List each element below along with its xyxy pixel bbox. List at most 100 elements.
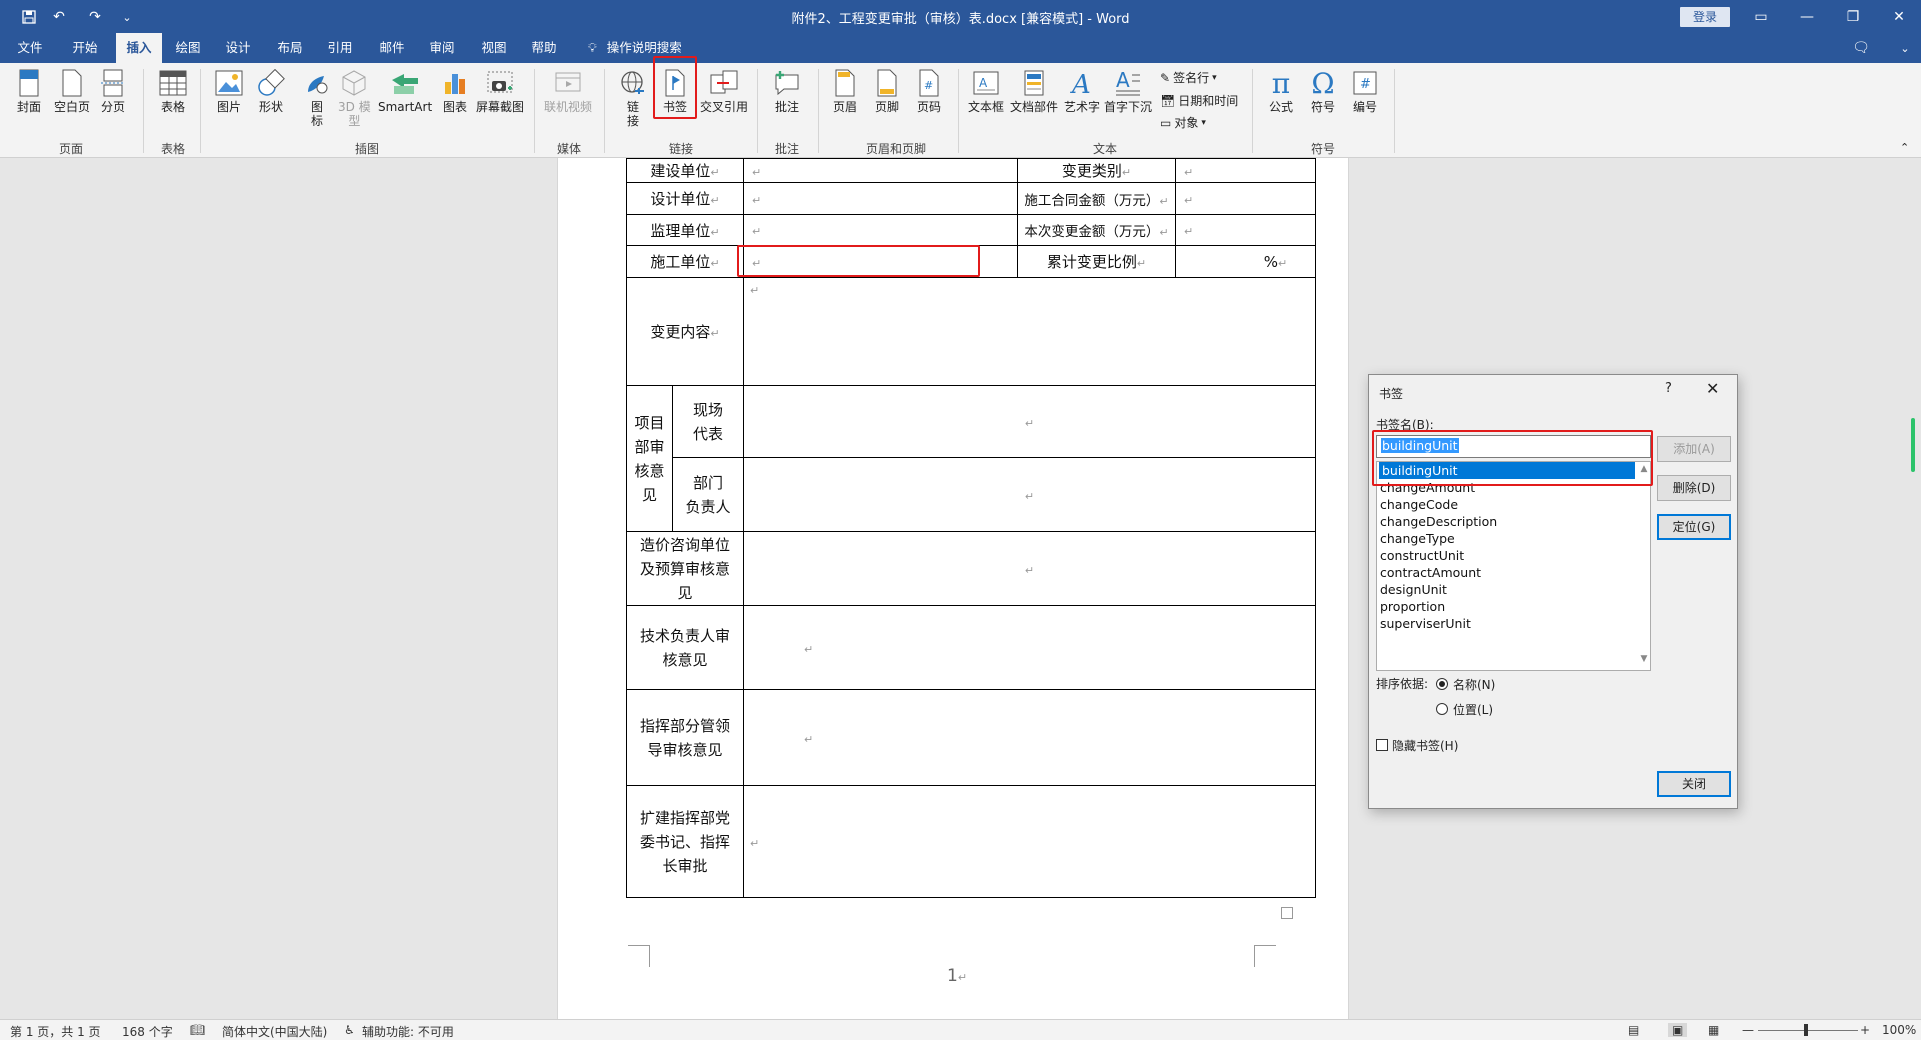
- tab-review[interactable]: 审阅: [420, 33, 464, 63]
- numbering-button[interactable]: # 编号: [1350, 67, 1380, 114]
- collapse-ribbon-icon[interactable]: ⌃: [1900, 141, 1909, 154]
- help-icon[interactable]: ?: [1665, 381, 1672, 396]
- link-button[interactable]: 链 接: [618, 67, 648, 128]
- list-item[interactable]: superviserUnit: [1377, 615, 1650, 632]
- tab-references[interactable]: 引用: [318, 33, 362, 63]
- minimize-icon[interactable]: —: [1784, 0, 1830, 33]
- blank-page-button[interactable]: 空白页: [54, 67, 90, 114]
- header-button[interactable]: 页眉: [830, 67, 860, 114]
- table-button[interactable]: 表格: [158, 67, 188, 114]
- tab-file[interactable]: 文件: [8, 33, 52, 63]
- scroll-down-icon[interactable]: ▼: [1637, 654, 1651, 668]
- zoom-slider-thumb[interactable]: [1804, 1024, 1808, 1036]
- value-party-secretary-approval[interactable]: ↵: [743, 785, 1316, 898]
- value-site-representative[interactable]: ↵: [743, 384, 1316, 459]
- tab-design[interactable]: 设计: [216, 33, 260, 63]
- wordart-button[interactable]: A 艺术字: [1064, 67, 1100, 114]
- close-window-icon[interactable]: ✕: [1876, 0, 1921, 33]
- table-resize-handle[interactable]: [1281, 907, 1293, 919]
- list-item[interactable]: contractAmount: [1377, 564, 1650, 581]
- value-contract-amount[interactable]: ↵: [1175, 182, 1316, 215]
- close-button[interactable]: 关闭: [1657, 771, 1731, 797]
- zoom-in-icon[interactable]: +: [1860, 1023, 1870, 1037]
- read-mode-icon[interactable]: ▤: [1628, 1023, 1639, 1037]
- value-change-content[interactable]: ↵: [743, 277, 1316, 386]
- value-change-type[interactable]: ↵: [1175, 158, 1316, 183]
- new-comment-button[interactable]: 批注: [772, 67, 802, 114]
- cross-reference-button[interactable]: 交叉引用: [700, 67, 748, 114]
- list-item[interactable]: constructUnit: [1377, 547, 1650, 564]
- object-button[interactable]: ▭ 对象 ▾: [1160, 114, 1206, 131]
- value-dept-head[interactable]: ↵: [743, 457, 1316, 532]
- smartart-button[interactable]: SmartArt: [378, 67, 432, 114]
- tab-insert[interactable]: 插入: [116, 33, 162, 63]
- date-time-button[interactable]: 📅︎ 日期和时间: [1160, 92, 1238, 109]
- tab-layout[interactable]: 布局: [268, 33, 312, 63]
- list-item[interactable]: changeDescription: [1377, 513, 1650, 530]
- page-break-button[interactable]: 分页: [98, 67, 128, 114]
- vertical-scrollbar-thumb[interactable]: [1911, 418, 1915, 472]
- sort-by-name-radio[interactable]: [1436, 678, 1448, 690]
- chart-button[interactable]: 图表: [440, 67, 470, 114]
- cover-page-button[interactable]: 封面: [14, 67, 44, 114]
- value-design-unit[interactable]: ↵: [743, 182, 1018, 215]
- zoom-out-icon[interactable]: —: [1742, 1023, 1754, 1037]
- comments-icon[interactable]: 🗨︎: [1838, 33, 1884, 63]
- value-technical-head-review[interactable]: ↵: [743, 605, 1316, 690]
- login-button[interactable]: 登录: [1680, 7, 1730, 27]
- symbol-button[interactable]: Ω 符号: [1308, 67, 1338, 115]
- icons-button[interactable]: 图 标: [302, 67, 332, 128]
- list-item[interactable]: changeType: [1377, 530, 1650, 547]
- value-cumulative-ratio[interactable]: %↵: [1175, 245, 1316, 278]
- ribbon-display-icon[interactable]: ▭: [1738, 0, 1784, 33]
- print-layout-icon[interactable]: ▣: [1668, 1023, 1688, 1037]
- goto-button[interactable]: 定位(G): [1657, 514, 1731, 540]
- shapes-button[interactable]: 形状: [256, 67, 286, 114]
- tab-draw[interactable]: 绘图: [166, 33, 210, 63]
- language-status[interactable]: 简体中文(中国大陆): [222, 1023, 327, 1040]
- tab-help[interactable]: 帮助: [522, 33, 566, 63]
- drop-cap-button[interactable]: A 首字下沉: [1104, 67, 1152, 114]
- signature-line-button[interactable]: ✎ 签名行 ▾: [1160, 69, 1217, 86]
- tab-home[interactable]: 开始: [62, 33, 108, 63]
- list-item[interactable]: changeCode: [1377, 496, 1650, 513]
- value-cost-consulting-review[interactable]: ↵: [743, 531, 1316, 606]
- delete-button[interactable]: 删除(D): [1657, 475, 1731, 501]
- text-box-button[interactable]: A 文本框: [968, 67, 1004, 114]
- web-layout-icon[interactable]: ▦: [1708, 1023, 1719, 1037]
- label-change-type: 变更类别↵: [1017, 158, 1176, 183]
- footer-button[interactable]: 页脚: [872, 67, 902, 114]
- page-number-button[interactable]: # 页码: [914, 67, 944, 114]
- 3d-models-button[interactable]: 3D 模 型: [338, 67, 371, 128]
- sort-by-location-radio[interactable]: [1436, 703, 1448, 715]
- close-icon[interactable]: ✕: [1706, 379, 1719, 398]
- list-item[interactable]: proportion: [1377, 598, 1650, 615]
- value-supervision-unit[interactable]: ↵: [743, 214, 1018, 246]
- value-change-amount[interactable]: ↵: [1175, 214, 1316, 246]
- change-approval-form: 建设单位↵ ↵ 变更类别↵ ↵ 设计单位↵ ↵ 施工合同金额（万元）↵ ↵ 监理…: [626, 158, 1316, 898]
- title-bar: ↶ ↷ ⌄ 附件2、工程变更审批（审核）表.docx [兼容模式] - Word…: [0, 0, 1921, 33]
- ribbon-options-icon[interactable]: ⌄: [1882, 33, 1921, 63]
- sort-by-location-label: 位置(L): [1453, 703, 1494, 717]
- hidden-bookmarks-checkbox[interactable]: [1376, 739, 1388, 751]
- screenshot-button[interactable]: 屏幕截图: [476, 67, 524, 114]
- word-count[interactable]: 168 个字: [122, 1023, 173, 1040]
- picture-button[interactable]: 图片: [214, 67, 244, 114]
- restore-icon[interactable]: ❐: [1830, 0, 1876, 33]
- online-video-button[interactable]: 联机视频: [544, 67, 592, 114]
- zoom-slider[interactable]: [1758, 1030, 1858, 1031]
- add-button[interactable]: 添加(A): [1657, 436, 1731, 462]
- equation-button[interactable]: π 公式: [1266, 67, 1296, 115]
- tab-view[interactable]: 视图: [472, 33, 516, 63]
- zoom-level[interactable]: 100%: [1882, 1023, 1916, 1037]
- page-count[interactable]: 第 1 页，共 1 页: [10, 1023, 101, 1040]
- value-contractor-unit[interactable]: ↵: [737, 245, 1018, 278]
- accessibility-status[interactable]: 辅助功能: 不可用: [362, 1023, 454, 1040]
- quick-parts-button[interactable]: 文档部件: [1010, 67, 1058, 114]
- bookmark-list[interactable]: buildingUnit changeAmount changeCode cha…: [1376, 461, 1651, 671]
- tab-mailings[interactable]: 邮件: [370, 33, 414, 63]
- value-construction-unit[interactable]: ↵: [743, 158, 1018, 183]
- list-item[interactable]: designUnit: [1377, 581, 1650, 598]
- value-leader-review[interactable]: ↵: [743, 689, 1316, 786]
- proofing-icon[interactable]: 📖︎: [190, 1023, 205, 1037]
